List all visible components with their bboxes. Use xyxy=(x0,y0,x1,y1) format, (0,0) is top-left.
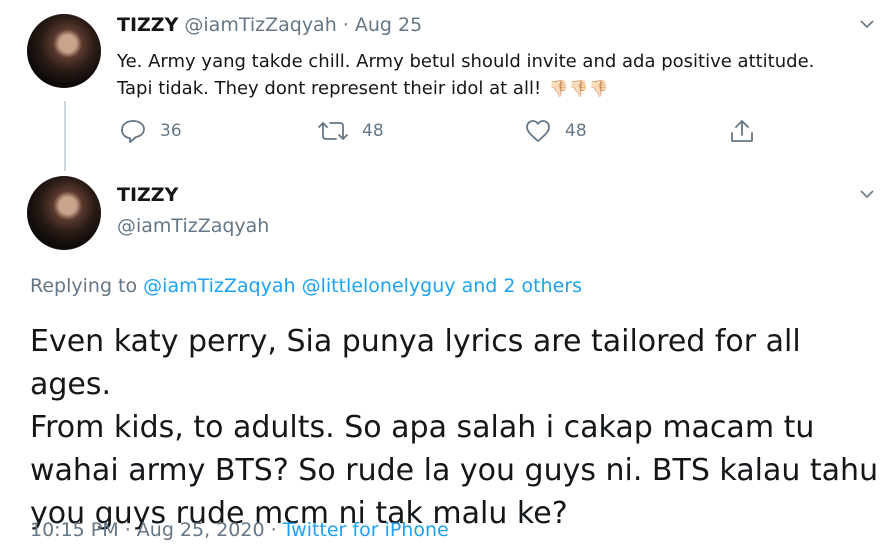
tweet-body-line: From kids, to adults. So apa salah i cak… xyxy=(30,410,815,445)
tweet-body-line: Even katy perry, Sia punya lyrics are ta… xyxy=(30,324,801,402)
display-name[interactable]: TIZZY xyxy=(117,14,178,36)
tweet-meta: 10:15 PM · Aug 25, 2020 · Twitter for iP… xyxy=(30,519,449,541)
tweet1-header: TIZZY @iamTizZaqyah · Aug 25 xyxy=(117,14,422,36)
reply-button[interactable]: 36 xyxy=(120,119,182,143)
tweet1-text: Ye. Army yang takde chill. Army betul sh… xyxy=(117,48,887,102)
chevron-down-icon xyxy=(860,20,874,29)
display-name[interactable]: TIZZY xyxy=(117,184,178,206)
source-link[interactable]: Twitter for iPhone xyxy=(283,519,449,541)
chevron-down-icon xyxy=(860,190,874,199)
thread-line xyxy=(64,101,66,171)
replying-to: Replying to @iamTizZaqyah @littlelonelyg… xyxy=(30,275,582,297)
share-icon xyxy=(731,120,753,142)
tweet-body: Even katy perry, Sia punya lyrics are ta… xyxy=(30,320,890,535)
reply-others-link[interactable]: 2 others xyxy=(503,275,582,297)
tweet1-line1: Ye. Army yang takde chill. Army betul sh… xyxy=(117,51,815,72)
separator: · xyxy=(124,519,131,541)
reply-count: 36 xyxy=(160,121,182,141)
share-button[interactable] xyxy=(729,118,769,144)
avatar[interactable] xyxy=(27,14,101,88)
like-icon xyxy=(526,120,550,142)
tweet-date[interactable]: Aug 25 xyxy=(355,14,422,36)
reply-user-link[interactable]: @littlelonelyguy xyxy=(302,275,456,297)
retweet-icon xyxy=(318,122,348,140)
tweet1-line2: Tapi tidak. They dont represent their id… xyxy=(117,78,542,99)
thumbs-down-emoji: 👎🏻👎🏻👎🏻 xyxy=(548,79,609,98)
like-button[interactable]: 48 xyxy=(525,119,587,143)
avatar[interactable] xyxy=(27,176,101,250)
tweet-time[interactable]: 10:15 PM xyxy=(30,519,119,541)
tweet-body-line: wahai army BTS? So rude la you guys ni. … xyxy=(30,453,879,488)
retweet-button[interactable]: 48 xyxy=(318,119,384,143)
separator: · xyxy=(342,14,349,36)
replying-to-label: Replying to xyxy=(30,275,138,297)
reply-connector[interactable]: and xyxy=(462,275,498,297)
more-options-button[interactable] xyxy=(860,186,874,205)
retweet-count: 48 xyxy=(362,121,384,141)
reply-icon xyxy=(121,120,145,143)
like-count: 48 xyxy=(565,121,587,141)
reply-user-link[interactable]: @iamTizZaqyah xyxy=(143,275,295,297)
separator: · xyxy=(270,519,277,541)
handle[interactable]: @iamTizZaqyah xyxy=(184,14,336,36)
handle[interactable]: @iamTizZaqyah xyxy=(117,215,269,237)
tweet-full-date[interactable]: Aug 25, 2020 xyxy=(137,519,265,541)
more-options-button[interactable] xyxy=(860,16,874,35)
